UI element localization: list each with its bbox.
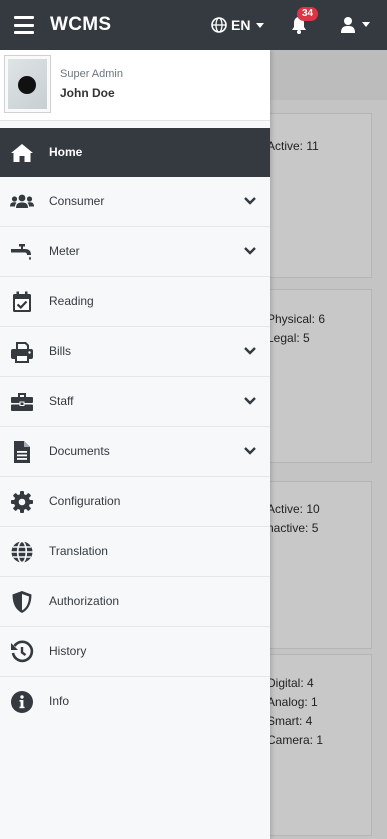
sidebar-item-label: Info [49, 694, 70, 708]
sidebar-item-label: Home [49, 145, 83, 159]
users-icon [10, 194, 34, 208]
globe-icon [11, 540, 33, 564]
sidebar-item-label: Consumer [49, 194, 105, 208]
faucet-icon [11, 244, 31, 260]
sidebar-item-translation[interactable]: Translation [0, 527, 270, 577]
sidebar-item-staff[interactable]: Staff [0, 377, 270, 427]
sidebar-item-configuration[interactable]: Configuration [0, 477, 270, 527]
sidebar-item-label: Reading [49, 294, 94, 308]
sidebar-item-label: Authorization [49, 594, 120, 608]
stat-line: Analog: 1 [267, 695, 318, 709]
printer-icon [11, 342, 33, 363]
chevron-down-icon [244, 347, 256, 355]
avatar [4, 55, 51, 113]
briefcase-icon [11, 393, 33, 411]
stat-card: Digital: 4 Analog: 1 Smart: 4 Camera: 1 [262, 654, 372, 836]
file-icon [14, 441, 30, 463]
chevron-down-icon [244, 247, 256, 255]
sidebar-item-label: Documents [49, 444, 110, 458]
calendar-check-icon [13, 291, 31, 312]
app-title[interactable]: WCMS [50, 14, 111, 36]
sidebar-item-info[interactable]: Info [0, 677, 270, 726]
chevron-down-icon [244, 197, 256, 205]
sidebar-item-authorization[interactable]: Authorization [0, 577, 270, 627]
stat-line: Camera: 1 [267, 733, 324, 747]
user-name: John Doe [60, 86, 115, 100]
stat-line: nactive: 5 [267, 521, 319, 535]
stat-card: Active: 10 nactive: 5 [262, 481, 372, 649]
sidebar-item-label: History [49, 644, 87, 658]
stat-line: Smart: 4 [267, 714, 313, 728]
user-menu[interactable] [340, 16, 370, 33]
stat-card: Active: 11 [262, 113, 372, 278]
chevron-down-icon [362, 22, 370, 27]
chevron-down-icon [256, 22, 265, 28]
sidebar-item-label: Configuration [49, 494, 121, 508]
top-navbar: WCMS EN 34 [0, 0, 387, 50]
stat-line: Active: 11 [267, 139, 319, 153]
home-icon [11, 144, 33, 162]
sidebar-item-consumer[interactable]: Consumer [0, 177, 270, 227]
user-profile-panel: Super Admin John Doe [0, 50, 270, 121]
language-selector[interactable]: EN [211, 16, 265, 34]
sidebar-item-label: Translation [49, 544, 108, 558]
stat-line: Active: 10 [267, 502, 320, 516]
notification-badge: 34 [297, 7, 319, 21]
sidebar-menu: Home Consumer Meter Reading Bills Staff … [0, 128, 270, 726]
sidebar-item-documents[interactable]: Documents [0, 427, 270, 477]
sidebar-item-history[interactable]: History [0, 627, 270, 677]
sidebar-drawer: Super Admin John Doe Home Consumer Meter… [0, 50, 270, 839]
menu-toggle-icon[interactable] [14, 16, 34, 34]
sidebar-item-home[interactable]: Home [0, 128, 270, 177]
gear-icon [11, 491, 33, 513]
language-label: EN [231, 17, 251, 33]
info-icon [11, 691, 33, 713]
sidebar-item-meter[interactable]: Meter [0, 227, 270, 277]
user-role: Super Admin [60, 68, 123, 80]
page-header-strip [270, 50, 387, 100]
globe-icon [211, 17, 227, 33]
sidebar-item-bills[interactable]: Bills [0, 327, 270, 377]
sidebar-item-label: Meter [49, 244, 80, 258]
sidebar-item-label: Bills [49, 344, 72, 358]
history-icon [11, 640, 34, 663]
stat-line: Legal: 5 [267, 331, 310, 345]
chevron-down-icon [244, 447, 256, 455]
sidebar-item-label: Staff [49, 394, 74, 408]
user-icon [341, 17, 355, 33]
stat-line: Physical: 6 [267, 312, 326, 326]
stat-line: Digital: 4 [267, 676, 314, 690]
stat-card: Physical: 6 Legal: 5 [262, 289, 372, 463]
sidebar-item-reading[interactable]: Reading [0, 277, 270, 327]
chevron-down-icon [244, 397, 256, 405]
shield-icon [12, 591, 32, 613]
